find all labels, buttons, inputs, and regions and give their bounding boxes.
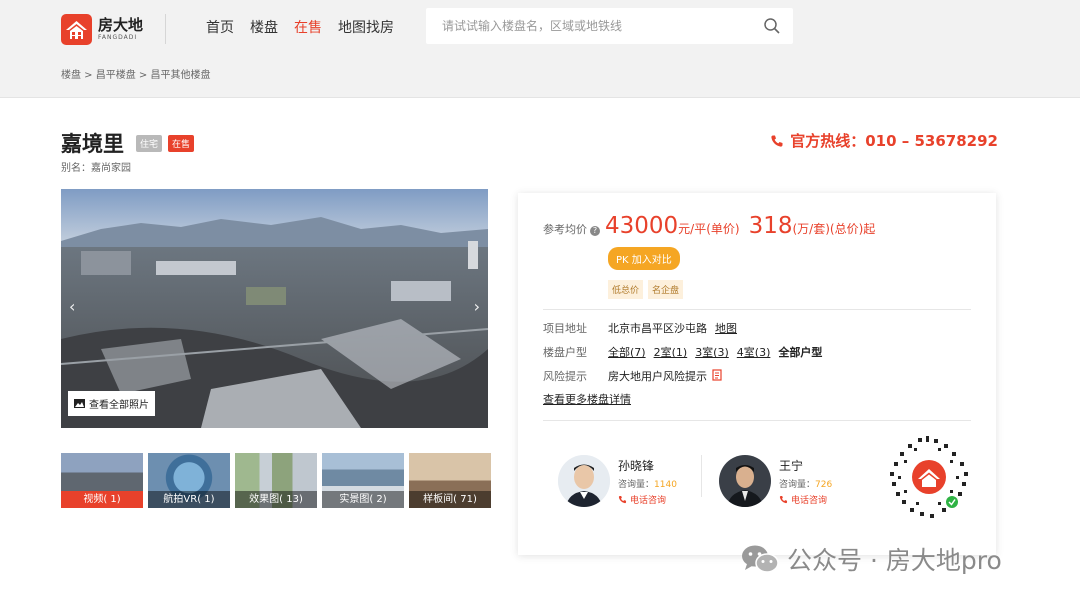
wechat-watermark: 公众号 · 房大地pro [741, 541, 1002, 577]
address-value: 北京市昌平区沙屯路 [608, 322, 707, 335]
thumb-renderings[interactable]: 效果图( 13) [235, 453, 317, 508]
thumb-label: 样板间( 71) [409, 491, 491, 508]
address-row: 项目地址 北京市昌平区沙屯路 地图 [543, 320, 737, 336]
agent-card: 王宁 咨询量：726 电话咨询 [719, 455, 832, 507]
call-agent-button[interactable]: 电话咨询 [618, 493, 677, 506]
layout-3room[interactable]: 3室(3) [695, 344, 729, 360]
next-arrow-icon[interactable]: › [474, 297, 480, 316]
logo-house-icon [61, 14, 92, 45]
hotline[interactable]: 官方热线：010 – 53678292 [770, 130, 998, 151]
agent-inquiries: 咨询量：1140 [618, 479, 677, 490]
agent-name: 孙晓锋 [618, 458, 655, 473]
breadcrumb[interactable]: 楼盘 > 昌平楼盘 > 昌平其他楼盘 [61, 66, 210, 81]
type-badge: 住宅 [136, 134, 163, 152]
price-label: 参考均价 [543, 223, 587, 236]
call-agent-button[interactable]: 电话咨询 [779, 493, 832, 506]
total-price: 318 [748, 213, 793, 239]
image-icon [74, 399, 85, 408]
phone-icon [779, 495, 788, 503]
logo[interactable]: 房大地 FANGDADI [61, 14, 143, 45]
layout-all[interactable]: 全部(7) [608, 344, 646, 360]
agent-name: 王宁 [779, 458, 804, 473]
mini-program-qr-code-icon[interactable] [888, 436, 970, 518]
all-layouts-link[interactable]: 全部户型 [778, 344, 822, 360]
thumb-label: 实景图( 2) [322, 491, 404, 508]
inquiry-count: 726 [815, 479, 833, 490]
nav-properties[interactable]: 楼盘 [250, 17, 278, 37]
nav-map-search[interactable]: 地图找房 [338, 17, 394, 37]
wechat-icon [742, 545, 779, 573]
help-icon[interactable]: ? [590, 226, 600, 236]
thumb-label: 视频( 1) [61, 491, 143, 508]
property-name: 嘉境里 [61, 132, 124, 156]
address-label: 项目地址 [543, 322, 587, 335]
divider [543, 420, 971, 421]
price-row: 参考均价 ? 43000 元/平(单价) 318 (万/套)(总价)起 [543, 213, 875, 239]
more-details-link[interactable]: 查看更多楼盘详情 [543, 391, 631, 407]
call-label: 电话咨询 [630, 495, 667, 506]
search-box [426, 8, 793, 44]
header-divider [165, 14, 166, 44]
agent-inquiries: 咨询量：726 [779, 479, 833, 490]
document-icon[interactable] [712, 369, 723, 381]
call-label: 电话咨询 [791, 495, 828, 506]
thumb-video[interactable]: 视频( 1) [61, 453, 143, 508]
unit-price-suffix: 元/平(单价) [678, 222, 740, 236]
main-photo[interactable]: ‹ › 查看全部照片 [61, 189, 488, 428]
hotline-text: 官方热线：010 – 53678292 [790, 132, 998, 150]
tag: 名企盘 [648, 280, 684, 299]
tag: 低总价 [608, 280, 644, 299]
thumbnail-strip: 视频( 1) 航拍VR( 1) 效果图( 13) 实景图( 2) 样板间( 71… [61, 453, 491, 508]
logo-name: 房大地 [98, 16, 144, 34]
info-card: 参考均价 ? 43000 元/平(单价) 318 (万/套)(总价)起 PK 加… [518, 193, 996, 555]
nav-on-sale[interactable]: 在售 [294, 17, 322, 37]
avatar [558, 455, 610, 507]
agent-card: 孙晓锋 咨询量：1140 电话咨询 [558, 455, 677, 507]
total-price-suffix: (万/套)(总价)起 [792, 222, 876, 236]
layout-row: 楼盘户型 全部(7) 2室(1) 3室(3) 4室(3) 全部户型 [543, 344, 822, 360]
layout-2room[interactable]: 2室(1) [654, 344, 688, 360]
risk-link[interactable]: 房大地用户风险提示 [608, 368, 707, 384]
unit-price: 43000 [605, 213, 679, 239]
thumb-label: 航拍VR( 1) [148, 491, 230, 508]
logo-subtitle: FANGDADI [98, 34, 138, 41]
thumb-real-photos[interactable]: 实景图( 2) [322, 453, 404, 508]
property-alias: 别名：嘉尚家园 [61, 163, 131, 174]
status-badge: 在售 [168, 134, 195, 152]
map-link[interactable]: 地图 [715, 320, 737, 336]
avatar [719, 455, 771, 507]
thumb-label: 效果图( 13) [235, 491, 317, 508]
add-compare-button[interactable]: PK 加入对比 [608, 247, 680, 270]
phone-icon [618, 495, 627, 503]
property-title-row: 嘉境里 住宅 在售 [61, 128, 195, 158]
agent-divider [701, 455, 702, 497]
top-header: 房大地 FANGDADI 首页 楼盘 在售 地图找房 楼盘 > 昌平楼盘 > 昌… [0, 0, 1080, 98]
phone-icon [771, 135, 783, 147]
layout-4room[interactable]: 4室(3) [737, 344, 771, 360]
risk-row: 风险提示 房大地用户风险提示 [543, 368, 723, 384]
view-all-photos-button[interactable]: 查看全部照片 [68, 391, 155, 416]
tag-list: 低总价 名企盘 [608, 280, 684, 299]
inquiry-count: 1140 [654, 479, 677, 490]
watermark-text: 公众号 · 房大地pro [787, 546, 1002, 575]
layout-label: 楼盘户型 [543, 346, 587, 359]
divider [543, 309, 971, 310]
prev-arrow-icon[interactable]: ‹ [69, 297, 75, 316]
view-all-label: 查看全部照片 [89, 400, 149, 411]
search-input[interactable] [442, 19, 742, 33]
main-nav: 首页 楼盘 在售 地图找房 [206, 17, 394, 37]
thumb-show-flat[interactable]: 样板间( 71) [409, 453, 491, 508]
thumb-aerial-vr[interactable]: 航拍VR( 1) [148, 453, 230, 508]
search-icon[interactable] [763, 17, 781, 35]
risk-label: 风险提示 [543, 370, 587, 383]
nav-home[interactable]: 首页 [206, 17, 234, 37]
